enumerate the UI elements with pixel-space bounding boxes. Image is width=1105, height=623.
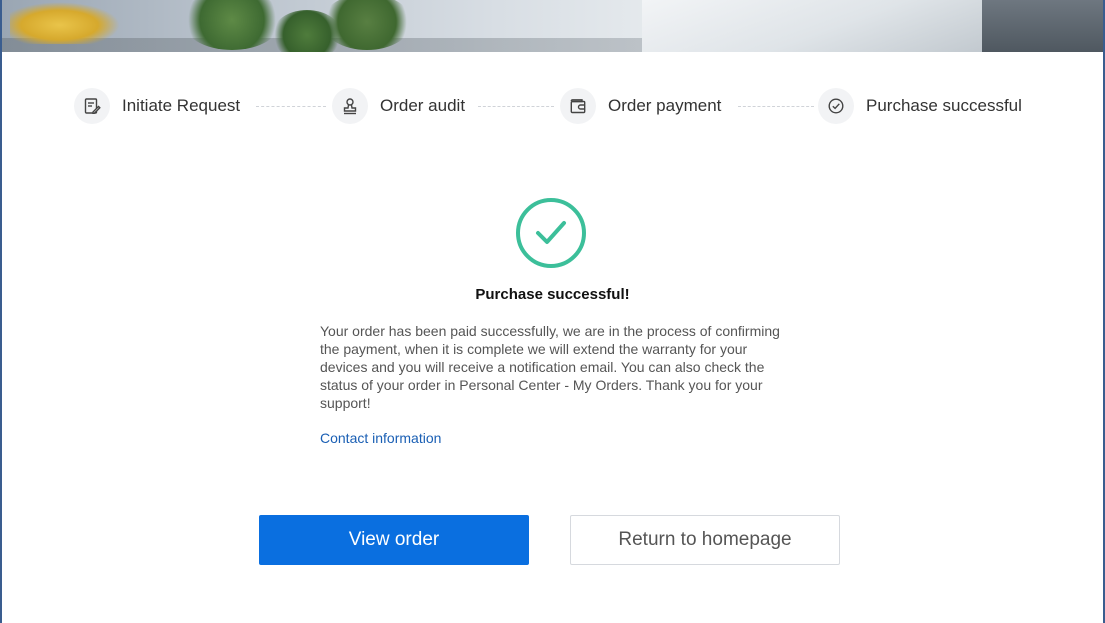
step-order-audit: Order audit — [332, 86, 465, 126]
step-order-payment: Order payment — [560, 86, 721, 126]
stamp-icon — [332, 88, 368, 124]
result-title: Purchase successful! — [475, 286, 630, 303]
result-message: Your order has been paid successfully, w… — [320, 323, 780, 411]
step-label: Purchase successful — [866, 96, 1022, 115]
step-label: Order audit — [380, 96, 466, 115]
step-connector — [256, 106, 326, 107]
document-edit-icon — [74, 88, 110, 124]
step-initiate-request: Initiate Request — [74, 86, 240, 126]
success-check-icon — [514, 196, 588, 270]
step-label: Initiate Request — [122, 96, 241, 115]
step-purchase-successful: Purchase successful — [818, 86, 1022, 126]
view-order-button[interactable]: View order — [259, 515, 529, 565]
contact-information-link[interactable]: Contact information — [320, 430, 441, 446]
wallet-icon — [560, 88, 596, 124]
step-label: Order payment — [608, 96, 722, 115]
header-banner-image — [2, 0, 1103, 52]
return-to-homepage-button[interactable]: Return to homepage — [570, 515, 840, 565]
step-connector — [738, 106, 814, 107]
progress-steps: Initiate Request Order audit Order payme… — [74, 86, 1034, 126]
check-circle-icon — [818, 88, 854, 124]
step-connector — [478, 106, 554, 107]
